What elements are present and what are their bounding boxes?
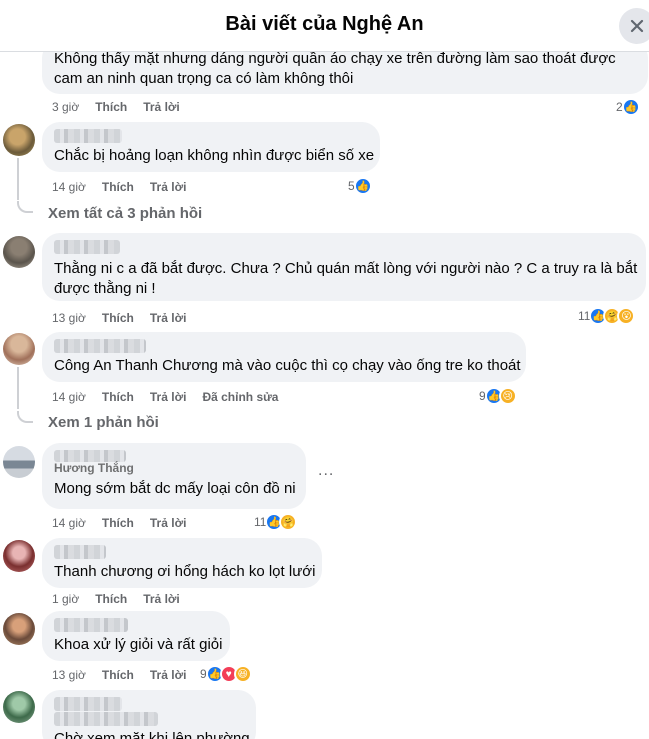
reaction-summary[interactable]: 2 👍 xyxy=(616,98,640,116)
comment-text: Thanh chương ơi hổng hách ko lọt lưới xyxy=(54,563,316,580)
like-button[interactable]: Thích xyxy=(95,592,127,606)
comment-text: Chờ xem mặt khi lên phường xyxy=(54,730,250,739)
dialog-title: Bài viết của Nghệ An xyxy=(225,13,424,35)
like-button[interactable]: Thích xyxy=(95,100,127,114)
sad-reaction-icon: 😢 xyxy=(498,387,517,405)
like-reaction-icon: 👍 xyxy=(353,177,372,195)
blurred-author-name xyxy=(54,712,158,726)
comment-actions: 1 giờ Thích Trả lời xyxy=(52,592,196,606)
reply-button[interactable]: Trả lời xyxy=(150,516,187,530)
comment-text: Khoa xử lý giỏi và rất giỏi xyxy=(54,636,223,653)
thread-line xyxy=(17,367,19,409)
blurred-author-name[interactable] xyxy=(54,240,120,254)
haha-reaction-icon: 😆 xyxy=(233,665,252,683)
like-button[interactable]: Thích xyxy=(102,390,134,404)
comment-text: Công An Thanh Chương mà vào cuộc thì cọ … xyxy=(54,357,521,374)
comment-text-line2: cam an ninh quan trọng ca có làm không t… xyxy=(54,70,354,87)
avatar[interactable] xyxy=(3,124,35,156)
wow-reaction-icon: 😮 xyxy=(617,307,636,325)
blurred-author-name[interactable] xyxy=(54,129,122,143)
more-options-icon[interactable]: ... xyxy=(318,462,334,480)
avatar[interactable] xyxy=(3,446,35,478)
like-button[interactable]: Thích xyxy=(102,180,134,194)
comment-bubble: Công An Thanh Chương mà vào cuộc thì cọ … xyxy=(42,332,526,382)
comment-time[interactable]: 14 giờ xyxy=(52,180,86,194)
reply-button[interactable]: Trả lời xyxy=(150,390,187,404)
avatar[interactable] xyxy=(3,236,35,268)
reaction-summary[interactable]: 11 👍 🤗 xyxy=(254,513,298,531)
avatar[interactable] xyxy=(3,691,35,723)
edited-label[interactable]: Đã chỉnh sửa xyxy=(202,390,278,404)
comment-actions: 14 giờ Thích Trả lời xyxy=(52,516,202,530)
comment-time[interactable]: 14 giờ xyxy=(52,390,86,404)
comment-actions: 14 giờ Thích Trả lời xyxy=(52,180,202,194)
comment-text: Chắc bị hoảng loạn không nhìn được biển … xyxy=(54,147,375,164)
thread-elbow xyxy=(17,201,33,213)
like-reaction-icon: 👍 xyxy=(621,98,640,116)
comment-text-line1: Không thấy mặt nhưng dáng người quần áo … xyxy=(54,50,616,67)
comment-time[interactable]: 13 giờ xyxy=(52,311,86,325)
comment-text-line2: được thằng ni ! xyxy=(54,280,156,297)
avatar[interactable] xyxy=(3,333,35,365)
author-name[interactable]: Hương Thắng xyxy=(54,462,294,474)
blurred-author-name[interactable] xyxy=(54,618,128,632)
view-replies-link[interactable]: Xem 1 phản hồi xyxy=(48,414,159,431)
reply-button[interactable]: Trả lời xyxy=(143,592,180,606)
comment-time[interactable]: 13 giờ xyxy=(52,668,86,682)
comment-actions: 14 giờ Thích Trả lời Đã chỉnh sửa xyxy=(52,390,294,404)
reply-button[interactable]: Trả lời xyxy=(150,311,187,325)
avatar[interactable] xyxy=(3,613,35,645)
comment-bubble: Thằng ni c a đã bắt được. Chưa ? Chủ quá… xyxy=(42,233,646,301)
comment-bubble: Chờ xem mặt khi lên phường xyxy=(42,690,256,739)
view-replies-link[interactable]: Xem tất cả 3 phản hồi xyxy=(48,205,202,222)
reaction-summary[interactable]: 9 👍 😢 xyxy=(479,387,517,405)
blurred-author-name[interactable] xyxy=(54,545,106,559)
reply-button[interactable]: Trả lời xyxy=(150,180,187,194)
avatar[interactable] xyxy=(3,540,35,572)
like-button[interactable]: Thích xyxy=(102,516,134,530)
comment-bubble: Chắc bị hoảng loạn không nhìn được biển … xyxy=(42,122,380,172)
thread-elbow xyxy=(17,411,33,423)
blurred-author-name[interactable] xyxy=(54,339,146,353)
comment-actions: 13 giờ Thích Trả lời xyxy=(52,311,202,325)
reply-button[interactable]: Trả lời xyxy=(143,100,180,114)
comment-actions: 3 giờ Thích Trả lời xyxy=(52,100,196,114)
comment-time[interactable]: 14 giờ xyxy=(52,516,86,530)
like-button[interactable]: Thích xyxy=(102,668,134,682)
thread-line xyxy=(17,158,19,200)
reaction-summary[interactable]: 11 👍 🤗 😮 xyxy=(578,307,636,325)
comment-time[interactable]: 1 giờ xyxy=(52,592,79,606)
close-icon xyxy=(630,19,644,33)
close-button[interactable] xyxy=(619,8,649,44)
comments-feed[interactable]: Không thấy mặt nhưng dáng người quần áo … xyxy=(0,0,649,739)
reply-button[interactable]: Trả lời xyxy=(150,668,187,682)
comment-text: Mong sớm bắt dc mấy loại côn đồ ni xyxy=(54,480,296,497)
comment-bubble: Khoa xử lý giỏi và rất giỏi xyxy=(42,611,230,661)
comment-bubble: Hương Thắng Mong sớm bắt dc mấy loại côn… xyxy=(42,443,306,509)
care-reaction-icon: 🤗 xyxy=(279,513,298,531)
comment-time[interactable]: 3 giờ xyxy=(52,100,79,114)
like-button[interactable]: Thích xyxy=(102,311,134,325)
reaction-summary[interactable]: 9 👍 ♥ 😆 xyxy=(200,665,252,683)
comment-actions: 13 giờ Thích Trả lời xyxy=(52,668,202,682)
comment-text-line1: Thằng ni c a đã bắt được. Chưa ? Chủ quá… xyxy=(54,260,638,277)
reaction-summary[interactable]: 5 👍 xyxy=(348,177,372,195)
blurred-author-name[interactable] xyxy=(54,697,122,711)
comment-bubble: Thanh chương ơi hổng hách ko lọt lưới xyxy=(42,538,322,588)
dialog-header: Bài viết của Nghệ An xyxy=(0,0,649,52)
